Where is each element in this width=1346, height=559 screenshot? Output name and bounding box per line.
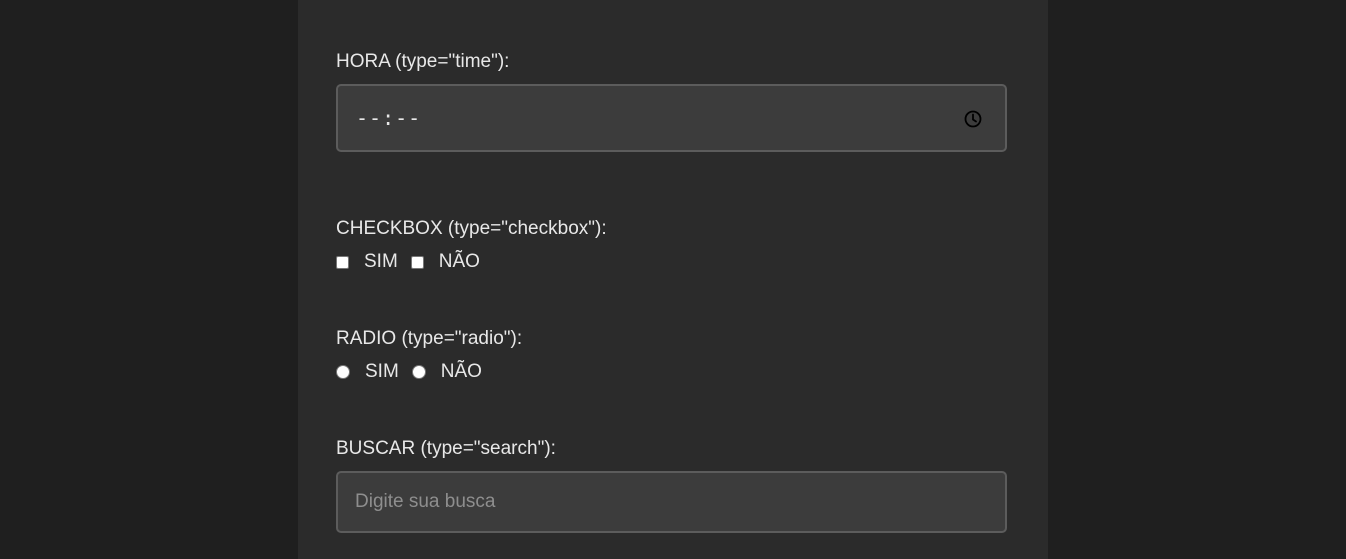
checkbox-group: SIM NÃO bbox=[336, 250, 493, 274]
checkbox-field-label: CHECKBOX (type="checkbox"): bbox=[336, 218, 607, 239]
search-input[interactable]: Digite sua busca bbox=[336, 471, 1007, 533]
checkbox-nao[interactable] bbox=[410, 255, 424, 269]
search-input-placeholder: Digite sua busca bbox=[355, 491, 496, 512]
radio-nao-label[interactable]: NÃO bbox=[441, 361, 482, 383]
radio-sim-label[interactable]: SIM bbox=[365, 361, 399, 383]
radio-sim[interactable] bbox=[336, 365, 350, 379]
checkbox-sim-label[interactable]: SIM bbox=[364, 251, 398, 273]
checkbox-nao-label[interactable]: NÃO bbox=[439, 251, 480, 273]
form-panel: HORA (type="time"): --:-- CHECKBOX (type… bbox=[298, 0, 1048, 559]
clock-icon[interactable] bbox=[963, 109, 983, 129]
time-input-value: --:-- bbox=[356, 106, 422, 130]
time-field-label: HORA (type="time"): bbox=[336, 51, 510, 72]
checkbox-sim[interactable] bbox=[336, 255, 349, 269]
search-field-label: BUSCAR (type="search"): bbox=[336, 438, 556, 459]
radio-group: SIM NÃO bbox=[336, 360, 495, 384]
radio-field-label: RADIO (type="radio"): bbox=[336, 328, 523, 349]
time-input[interactable]: --:-- bbox=[336, 84, 1007, 152]
radio-nao[interactable] bbox=[411, 365, 426, 379]
